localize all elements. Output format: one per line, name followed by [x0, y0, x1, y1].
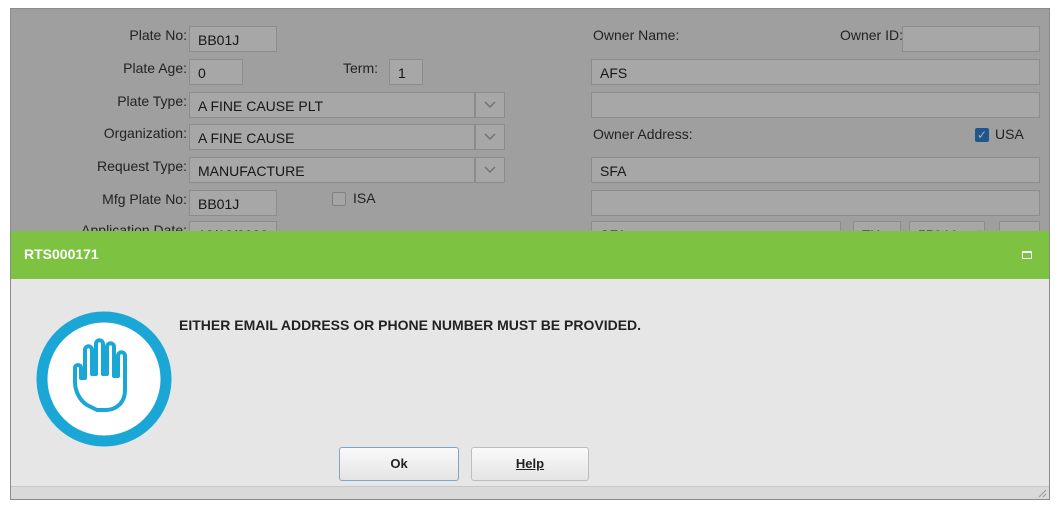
dialog-titlebar[interactable]: RTS000171: [11, 231, 1049, 279]
owner-id-label: Owner ID:: [839, 27, 903, 43]
help-button[interactable]: Help: [471, 447, 589, 481]
plate-type-select[interactable]: A FINE CAUSE PLT: [189, 92, 475, 118]
owner-name-label: Owner Name:: [593, 27, 680, 43]
owner-name-line1-field[interactable]: AFS: [591, 59, 1040, 85]
chevron-down-icon: [484, 166, 496, 174]
owner-address-label: Owner Address:: [593, 126, 693, 142]
message-dialog: RTS000171 EITHER EMAIL ADDRESS OR PHONE …: [11, 231, 1049, 499]
request-type-select[interactable]: MANUFACTURE: [189, 157, 475, 183]
plate-application-form: Plate No: BB01J Plate Age: 0 Term: 1 Pla…: [11, 9, 1049, 247]
owner-name-line2-field[interactable]: [591, 92, 1040, 118]
dialog-title: RTS000171: [24, 246, 99, 262]
owner-address-line1-field[interactable]: SFA: [591, 157, 1040, 183]
stop-hand-icon: [36, 311, 172, 447]
usa-label: USA: [995, 126, 1024, 142]
usa-checkbox[interactable]: ✓: [975, 128, 989, 142]
plate-no-label: Plate No:: [129, 27, 187, 43]
mfg-plate-no-field[interactable]: BB01J: [189, 190, 277, 216]
owner-address-line2-field[interactable]: [591, 190, 1040, 216]
term-field[interactable]: 1: [389, 59, 423, 85]
status-bar: [11, 486, 1049, 499]
maximize-icon[interactable]: [1022, 251, 1032, 259]
plate-age-field[interactable]: 0: [189, 59, 243, 85]
window-frame: Plate No: BB01J Plate Age: 0 Term: 1 Pla…: [10, 8, 1050, 500]
organization-dropdown-button[interactable]: [475, 124, 505, 150]
plate-type-label: Plate Type:: [117, 93, 187, 109]
request-type-label: Request Type:: [96, 158, 187, 174]
resize-grip-icon[interactable]: [1037, 488, 1047, 498]
chevron-down-icon: [484, 133, 496, 141]
isa-label: ISA: [353, 190, 376, 206]
plate-type-dropdown-button[interactable]: [475, 92, 505, 118]
help-button-label: Help: [515, 456, 545, 471]
term-label: Term:: [343, 60, 378, 76]
organization-select[interactable]: A FINE CAUSE: [189, 124, 475, 150]
owner-id-field[interactable]: [902, 26, 1040, 52]
plate-no-field[interactable]: BB01J: [189, 26, 277, 52]
chevron-down-icon: [484, 101, 496, 109]
request-type-dropdown-button[interactable]: [475, 157, 505, 183]
mfg-plate-no-label: Mfg Plate No:: [102, 191, 187, 207]
ok-button[interactable]: Ok: [339, 447, 459, 481]
ok-button-label: Ok: [390, 456, 408, 471]
organization-label: Organization:: [103, 125, 187, 141]
isa-checkbox[interactable]: [332, 192, 346, 206]
dialog-message: EITHER EMAIL ADDRESS OR PHONE NUMBER MUS…: [179, 317, 642, 333]
plate-age-label: Plate Age:: [123, 60, 187, 76]
